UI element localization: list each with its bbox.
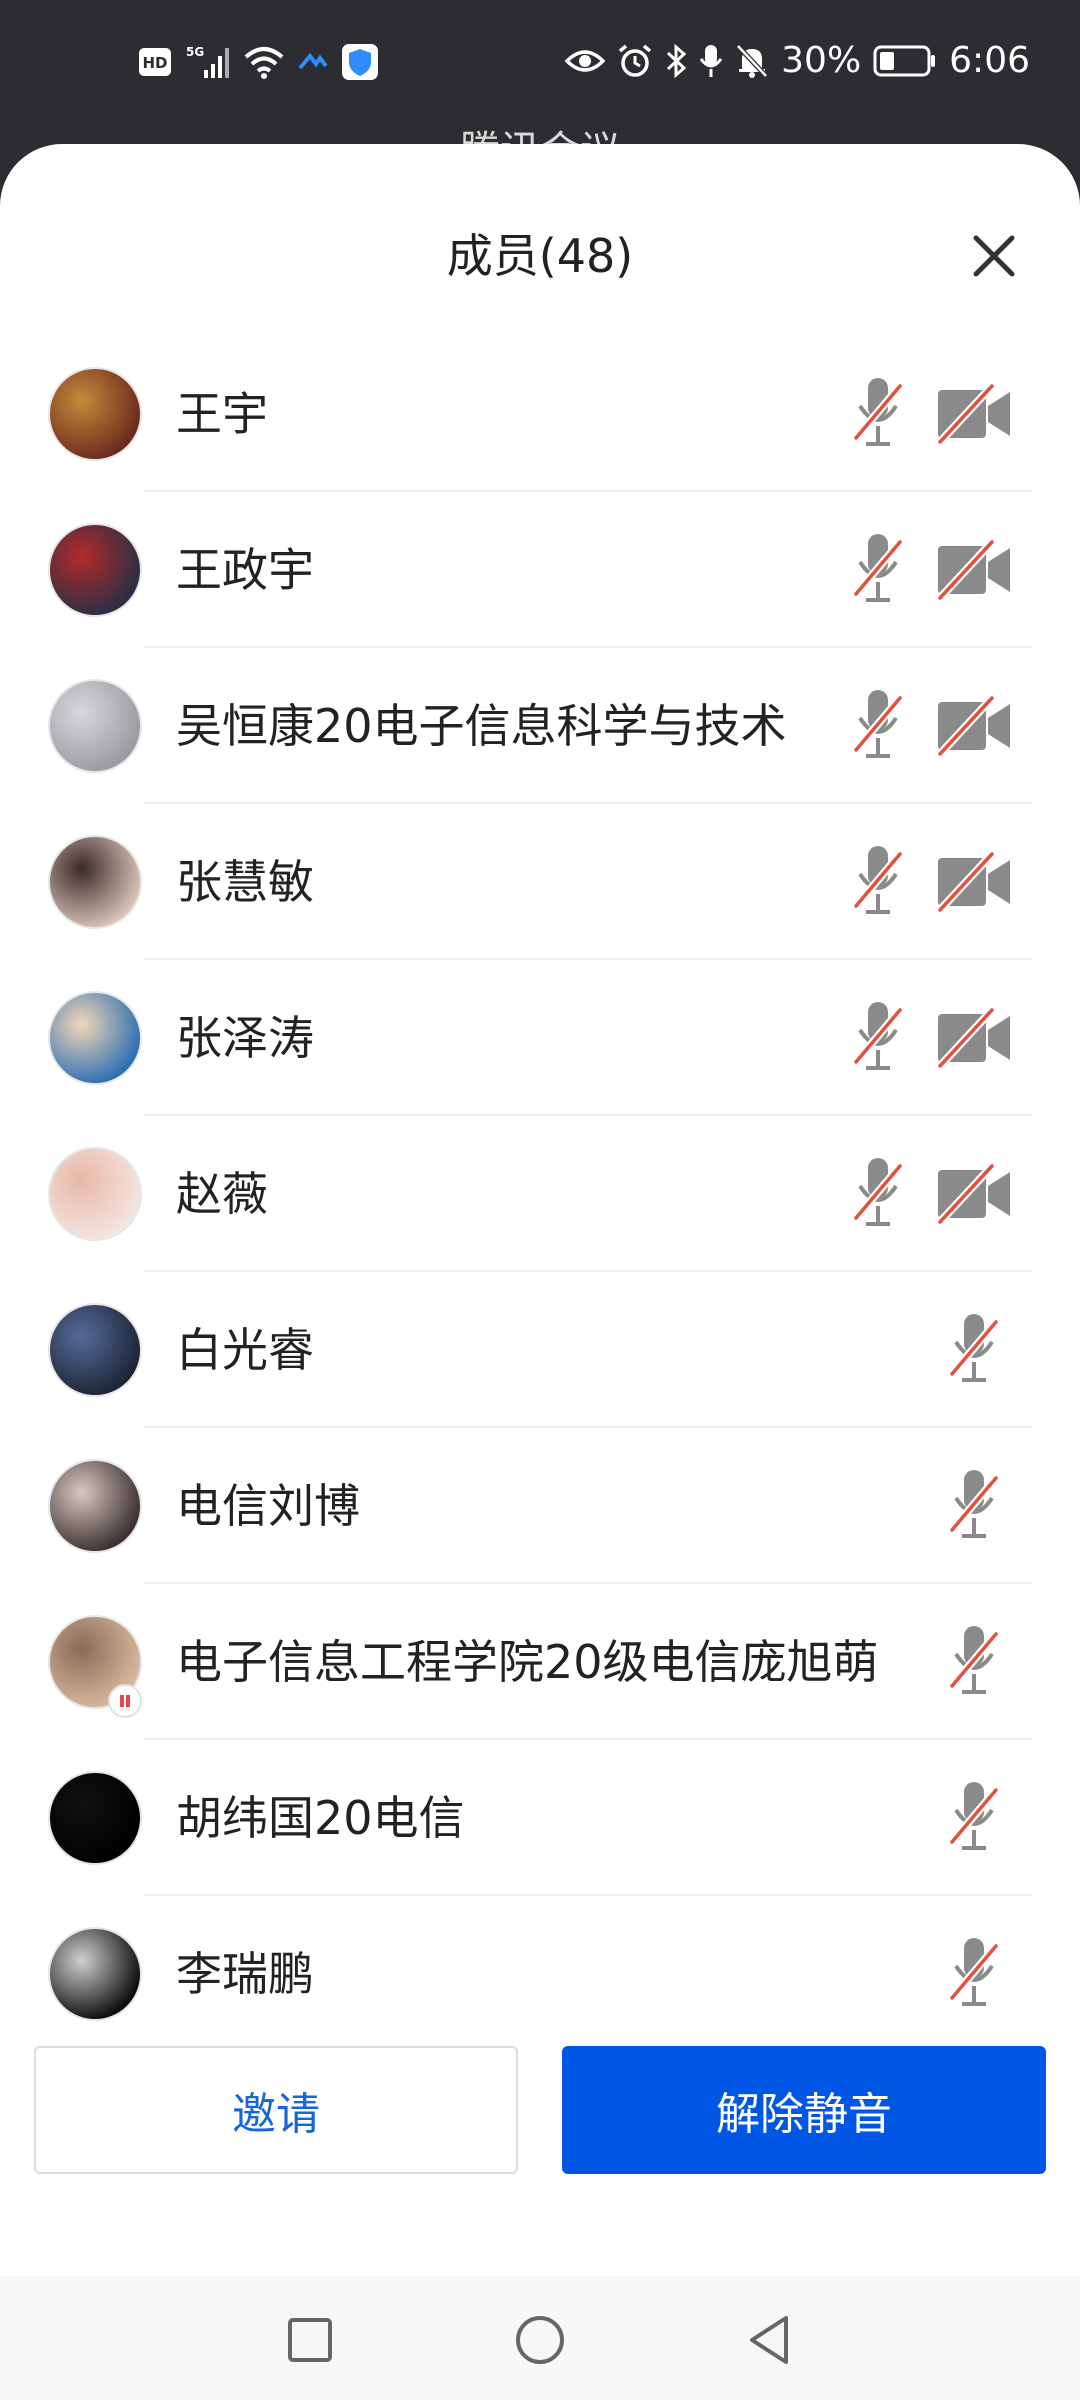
avatar bbox=[48, 367, 142, 461]
camera-off-icon[interactable] bbox=[936, 694, 1012, 758]
avatar bbox=[48, 1771, 142, 1865]
member-list: 王宇王政宇吴恒康20电子信息科学与技术 张慧敏张泽涛赵薇白光睿电信刘博电子信息工程… bbox=[0, 336, 1080, 2052]
avatar bbox=[48, 1303, 142, 1397]
member-row[interactable]: 胡纬国20电信 bbox=[0, 1740, 1080, 1896]
wifi-icon bbox=[244, 45, 284, 79]
member-name: 赵薇 bbox=[176, 1167, 268, 1221]
member-row[interactable]: 白光睿 bbox=[0, 1272, 1080, 1428]
mic-muted-icon[interactable] bbox=[946, 1308, 1002, 1392]
member-row[interactable]: 王宇 bbox=[0, 336, 1080, 492]
member-row[interactable]: 王政宇 bbox=[0, 492, 1080, 648]
member-row[interactable]: 张泽涛 bbox=[0, 960, 1080, 1116]
alarm-icon bbox=[617, 43, 653, 79]
status-bar: HD 5G 30% 6:06 bbox=[0, 0, 1080, 130]
camera-off-icon[interactable] bbox=[936, 382, 1012, 446]
close-icon bbox=[973, 235, 1015, 277]
unmute-button[interactable]: 解除静音 bbox=[562, 2046, 1046, 2174]
recent-apps-icon[interactable] bbox=[282, 2312, 338, 2368]
member-name: 李瑞鹏 bbox=[176, 1947, 314, 2001]
navigation-bar bbox=[0, 2276, 1080, 2400]
member-row[interactable]: 电子信息工程学院20级电信庞旭萌 bbox=[0, 1584, 1080, 1740]
camera-off-icon[interactable] bbox=[936, 1162, 1012, 1226]
camera-off-icon[interactable] bbox=[936, 1006, 1012, 1070]
mic-muted-icon[interactable] bbox=[946, 1932, 1002, 2016]
svg-text:5G: 5G bbox=[186, 45, 204, 59]
avatar bbox=[48, 523, 142, 617]
mic-muted-icon[interactable] bbox=[850, 996, 906, 1080]
microphone-icon bbox=[699, 43, 723, 79]
mic-muted-icon[interactable] bbox=[850, 528, 906, 612]
member-row[interactable]: 张慧敏 bbox=[0, 804, 1080, 960]
svg-text:HD: HD bbox=[142, 54, 167, 72]
mic-muted-icon[interactable] bbox=[850, 840, 906, 924]
member-name: 张泽涛 bbox=[176, 1011, 314, 1065]
member-name: 电子信息工程学院20级电信庞旭萌 bbox=[176, 1635, 879, 1689]
mic-muted-icon[interactable] bbox=[850, 1152, 906, 1236]
meeting-app-icon bbox=[298, 52, 328, 72]
member-row[interactable]: 吴恒康20电子信息科学与技术 bbox=[0, 648, 1080, 804]
member-row[interactable]: 李瑞鹏 bbox=[0, 1896, 1080, 2052]
close-button[interactable] bbox=[966, 228, 1022, 284]
camera-off-icon[interactable] bbox=[936, 538, 1012, 602]
member-name: 王宇 bbox=[176, 387, 268, 441]
member-row[interactable]: 电信刘博 bbox=[0, 1428, 1080, 1584]
hd-icon: HD bbox=[138, 47, 172, 77]
member-name: 吴恒康20电子信息科学与技术 bbox=[176, 699, 787, 753]
sheet-title: 成员(48) bbox=[446, 229, 634, 283]
bluetooth-icon bbox=[665, 43, 687, 79]
shield-app-icon bbox=[342, 44, 378, 80]
home-icon[interactable] bbox=[512, 2312, 568, 2368]
member-name: 电信刘博 bbox=[176, 1479, 360, 1533]
camera-off-icon[interactable] bbox=[936, 850, 1012, 914]
mic-muted-icon[interactable] bbox=[850, 684, 906, 768]
back-icon[interactable] bbox=[742, 2312, 798, 2368]
members-sheet: 成员(48) 王宇王政宇吴恒康20电子信息科学与技术 张慧敏张泽涛赵薇白光睿电信刘… bbox=[0, 144, 1080, 2400]
avatar bbox=[48, 679, 142, 773]
avatar bbox=[48, 1459, 142, 1553]
avatar bbox=[48, 1927, 142, 2021]
mic-muted-icon[interactable] bbox=[946, 1620, 1002, 1704]
avatar bbox=[48, 1147, 142, 1241]
invite-button[interactable]: 邀请 bbox=[34, 2046, 518, 2174]
avatar bbox=[48, 835, 142, 929]
5g-signal-icon: 5G bbox=[186, 44, 230, 80]
battery-icon bbox=[873, 45, 937, 77]
member-name: 王政宇 bbox=[176, 543, 314, 597]
battery-percent: 30% bbox=[781, 40, 862, 81]
avatar bbox=[48, 991, 142, 1085]
mic-muted-icon[interactable] bbox=[946, 1776, 1002, 1860]
eye-icon bbox=[565, 47, 606, 75]
recording-badge-icon bbox=[108, 1684, 142, 1718]
clock: 6:06 bbox=[949, 40, 1030, 81]
mic-muted-icon[interactable] bbox=[850, 372, 906, 456]
member-name: 胡纬国20电信 bbox=[176, 1791, 465, 1845]
member-name: 白光睿 bbox=[176, 1323, 314, 1377]
member-name: 张慧敏 bbox=[176, 855, 314, 909]
mic-muted-icon[interactable] bbox=[946, 1464, 1002, 1548]
mute-bell-icon bbox=[735, 43, 769, 79]
member-row[interactable]: 赵薇 bbox=[0, 1116, 1080, 1272]
